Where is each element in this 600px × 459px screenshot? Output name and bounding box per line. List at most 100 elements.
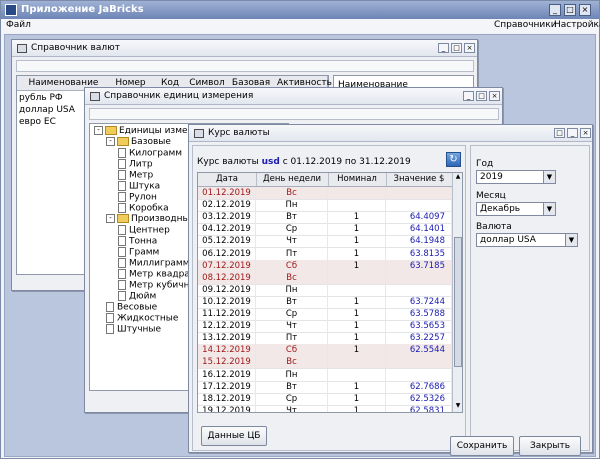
menu-references[interactable]: Справочники <box>494 20 557 30</box>
tree-node[interactable]: Коробка <box>118 203 169 214</box>
rate-row[interactable]: 12.12.2019 Чт 1 63.5653 <box>198 320 452 334</box>
tree-node[interactable]: Дюйм <box>118 291 156 302</box>
month-select[interactable]: Декабрь ▼ <box>476 202 556 216</box>
rate-row[interactable]: 05.12.2019 Чт 1 64.1948 <box>198 235 452 249</box>
currency-label: Валюта <box>476 222 512 232</box>
close-icon[interactable]: × <box>489 91 500 101</box>
currency-row-1[interactable]: доллар USA <box>19 105 75 115</box>
tree-node[interactable]: Метр <box>118 170 153 181</box>
tree-node[interactable]: Рулон <box>118 192 157 203</box>
file-icon <box>106 324 114 334</box>
minimize-icon[interactable]: _ <box>438 43 449 53</box>
rate-cell-date: 08.12.2019 <box>198 271 256 284</box>
rate-row[interactable]: 14.12.2019 Сб 1 62.5544 <box>198 344 452 358</box>
cb-data-button[interactable]: Данные ЦБ <box>201 426 267 446</box>
rate-cell-day: Вс <box>256 356 328 369</box>
refresh-icon[interactable]: ↻ <box>446 152 461 167</box>
rate-row[interactable]: 11.12.2019 Ср 1 63.5788 <box>198 308 452 321</box>
maximize-icon[interactable]: □ <box>564 4 576 16</box>
minimize-icon[interactable]: _ <box>567 128 578 138</box>
collapse-toggle-icon[interactable]: - <box>106 214 115 223</box>
currency-select[interactable]: доллар USA ▼ <box>476 233 578 247</box>
maximize-icon[interactable]: □ <box>476 91 487 101</box>
scroll-thumb[interactable] <box>454 237 462 367</box>
app-window: Приложение JaBricks _ □ × Файл Справочни… <box>0 0 600 459</box>
caption-currency: usd <box>261 157 280 167</box>
tree-node[interactable]: Штучные <box>106 324 161 335</box>
rate-row[interactable]: 04.12.2019 Ср 1 64.1401 <box>198 223 452 237</box>
rate-cell-nom: 1 <box>328 380 386 393</box>
minimize-icon[interactable]: _ <box>463 91 474 101</box>
chevron-down-icon[interactable]: ▼ <box>565 234 577 246</box>
scroll-up-icon[interactable]: ▲ <box>453 173 462 183</box>
rate-title: Курс валюты <box>208 128 270 138</box>
tree-node[interactable]: Весовые <box>106 302 157 313</box>
rate-cell-date: 16.12.2019 <box>198 368 256 381</box>
file-icon <box>118 192 126 202</box>
rate-row[interactable]: 06.12.2019 Пт 1 63.8135 <box>198 247 452 261</box>
chevron-down-icon[interactable]: ▼ <box>543 171 555 183</box>
rate-col-header[interactable]: День недели <box>256 173 329 186</box>
save-button[interactable]: Сохранить <box>450 436 514 456</box>
tree-node[interactable]: Литр <box>118 159 153 170</box>
rate-row[interactable]: 03.12.2019 Вт 1 64.4097 <box>198 211 452 225</box>
rate-cell-nom: 1 <box>328 392 386 405</box>
rate-row[interactable]: 18.12.2019 Ср 1 62.5326 <box>198 392 452 406</box>
year-select[interactable]: 2019 ▼ <box>476 170 556 184</box>
rate-col-header[interactable]: Дата <box>198 173 257 186</box>
scroll-down-icon[interactable]: ▼ <box>453 402 462 412</box>
rate-row[interactable]: 17.12.2019 Вт 1 62.7686 <box>198 380 452 394</box>
rate-cell-date: 18.12.2019 <box>198 392 256 405</box>
folder-icon <box>117 214 129 223</box>
units-ref-title-bar[interactable]: Справочник единиц измерения _ □ × <box>85 88 502 105</box>
rate-cell-nom <box>328 356 386 369</box>
rate-row[interactable]: 02.12.2019 Пн <box>198 199 452 213</box>
tree-node-label: Килограмм <box>129 148 183 159</box>
collapse-toggle-icon[interactable]: - <box>94 126 103 135</box>
tree-node[interactable]: Центнер <box>118 225 170 236</box>
tree-node[interactable]: Штука <box>118 181 160 192</box>
currency-row-2[interactable]: евро ЕС <box>19 117 56 127</box>
currency-ref-title-bar[interactable]: Справочник валют _ □ × <box>12 40 477 57</box>
collapse-toggle-icon[interactable]: - <box>106 137 115 146</box>
file-icon <box>118 203 126 213</box>
rate-cell-nom <box>328 199 386 212</box>
tree-node[interactable]: Килограмм <box>118 148 182 159</box>
window-icon <box>90 92 100 101</box>
rate-grid-scrollbar[interactable]: ▲ ▼ <box>452 173 462 412</box>
rate-row[interactable]: 09.12.2019 Пн <box>198 283 452 297</box>
tree-node[interactable]: - Производные <box>106 214 195 224</box>
rate-row[interactable]: 07.12.2019 Сб 1 63.7185 <box>198 259 452 273</box>
rate-title-bar[interactable]: Курс валюты □ _ × <box>189 125 592 142</box>
rate-cell-date: 04.12.2019 <box>198 223 256 236</box>
rate-row[interactable]: 15.12.2019 Вс <box>198 356 452 370</box>
maximize-icon[interactable]: □ <box>554 128 565 138</box>
rate-col-header[interactable]: Номинал <box>328 173 387 186</box>
rate-row[interactable]: 08.12.2019 Вс <box>198 271 452 285</box>
tree-node[interactable]: Жидкостные <box>106 313 178 324</box>
rate-row[interactable]: 19.12.2019 Чт 1 62.5831 <box>198 404 452 412</box>
menu-file[interactable]: Файл <box>6 20 31 30</box>
rate-cell-val: 64.4097 <box>386 211 452 224</box>
rate-cell-val <box>386 187 452 199</box>
rate-row[interactable]: 01.12.2019 Вс <box>198 187 452 200</box>
tree-node[interactable]: - Базовые <box>106 137 171 147</box>
currency-row-0[interactable]: рубль РФ <box>19 93 63 103</box>
rate-row[interactable]: 13.12.2019 Пт 1 63.2257 <box>198 332 452 346</box>
rate-col-header[interactable]: Значение $ <box>386 173 453 186</box>
app-title-bar[interactable]: Приложение JaBricks _ □ × <box>1 1 599 19</box>
maximize-icon[interactable]: □ <box>451 43 462 53</box>
minimize-icon[interactable]: _ <box>549 4 561 16</box>
rate-row[interactable]: 16.12.2019 Пн <box>198 368 452 382</box>
menu-settings[interactable]: Настройка <box>554 20 600 30</box>
tree-node[interactable]: Тонна <box>118 236 157 247</box>
tree-node[interactable]: Грамм <box>118 247 159 258</box>
tree-node[interactable]: Миллиграмм <box>118 258 190 269</box>
close-icon[interactable]: × <box>579 4 591 16</box>
close-button[interactable]: Закрыть <box>519 436 581 456</box>
close-icon[interactable]: × <box>464 43 475 53</box>
rate-row[interactable]: 10.12.2019 Вт 1 63.7244 <box>198 295 452 309</box>
rate-cell-day: Ср <box>256 308 328 320</box>
close-icon[interactable]: × <box>580 128 591 138</box>
chevron-down-icon[interactable]: ▼ <box>543 203 555 215</box>
